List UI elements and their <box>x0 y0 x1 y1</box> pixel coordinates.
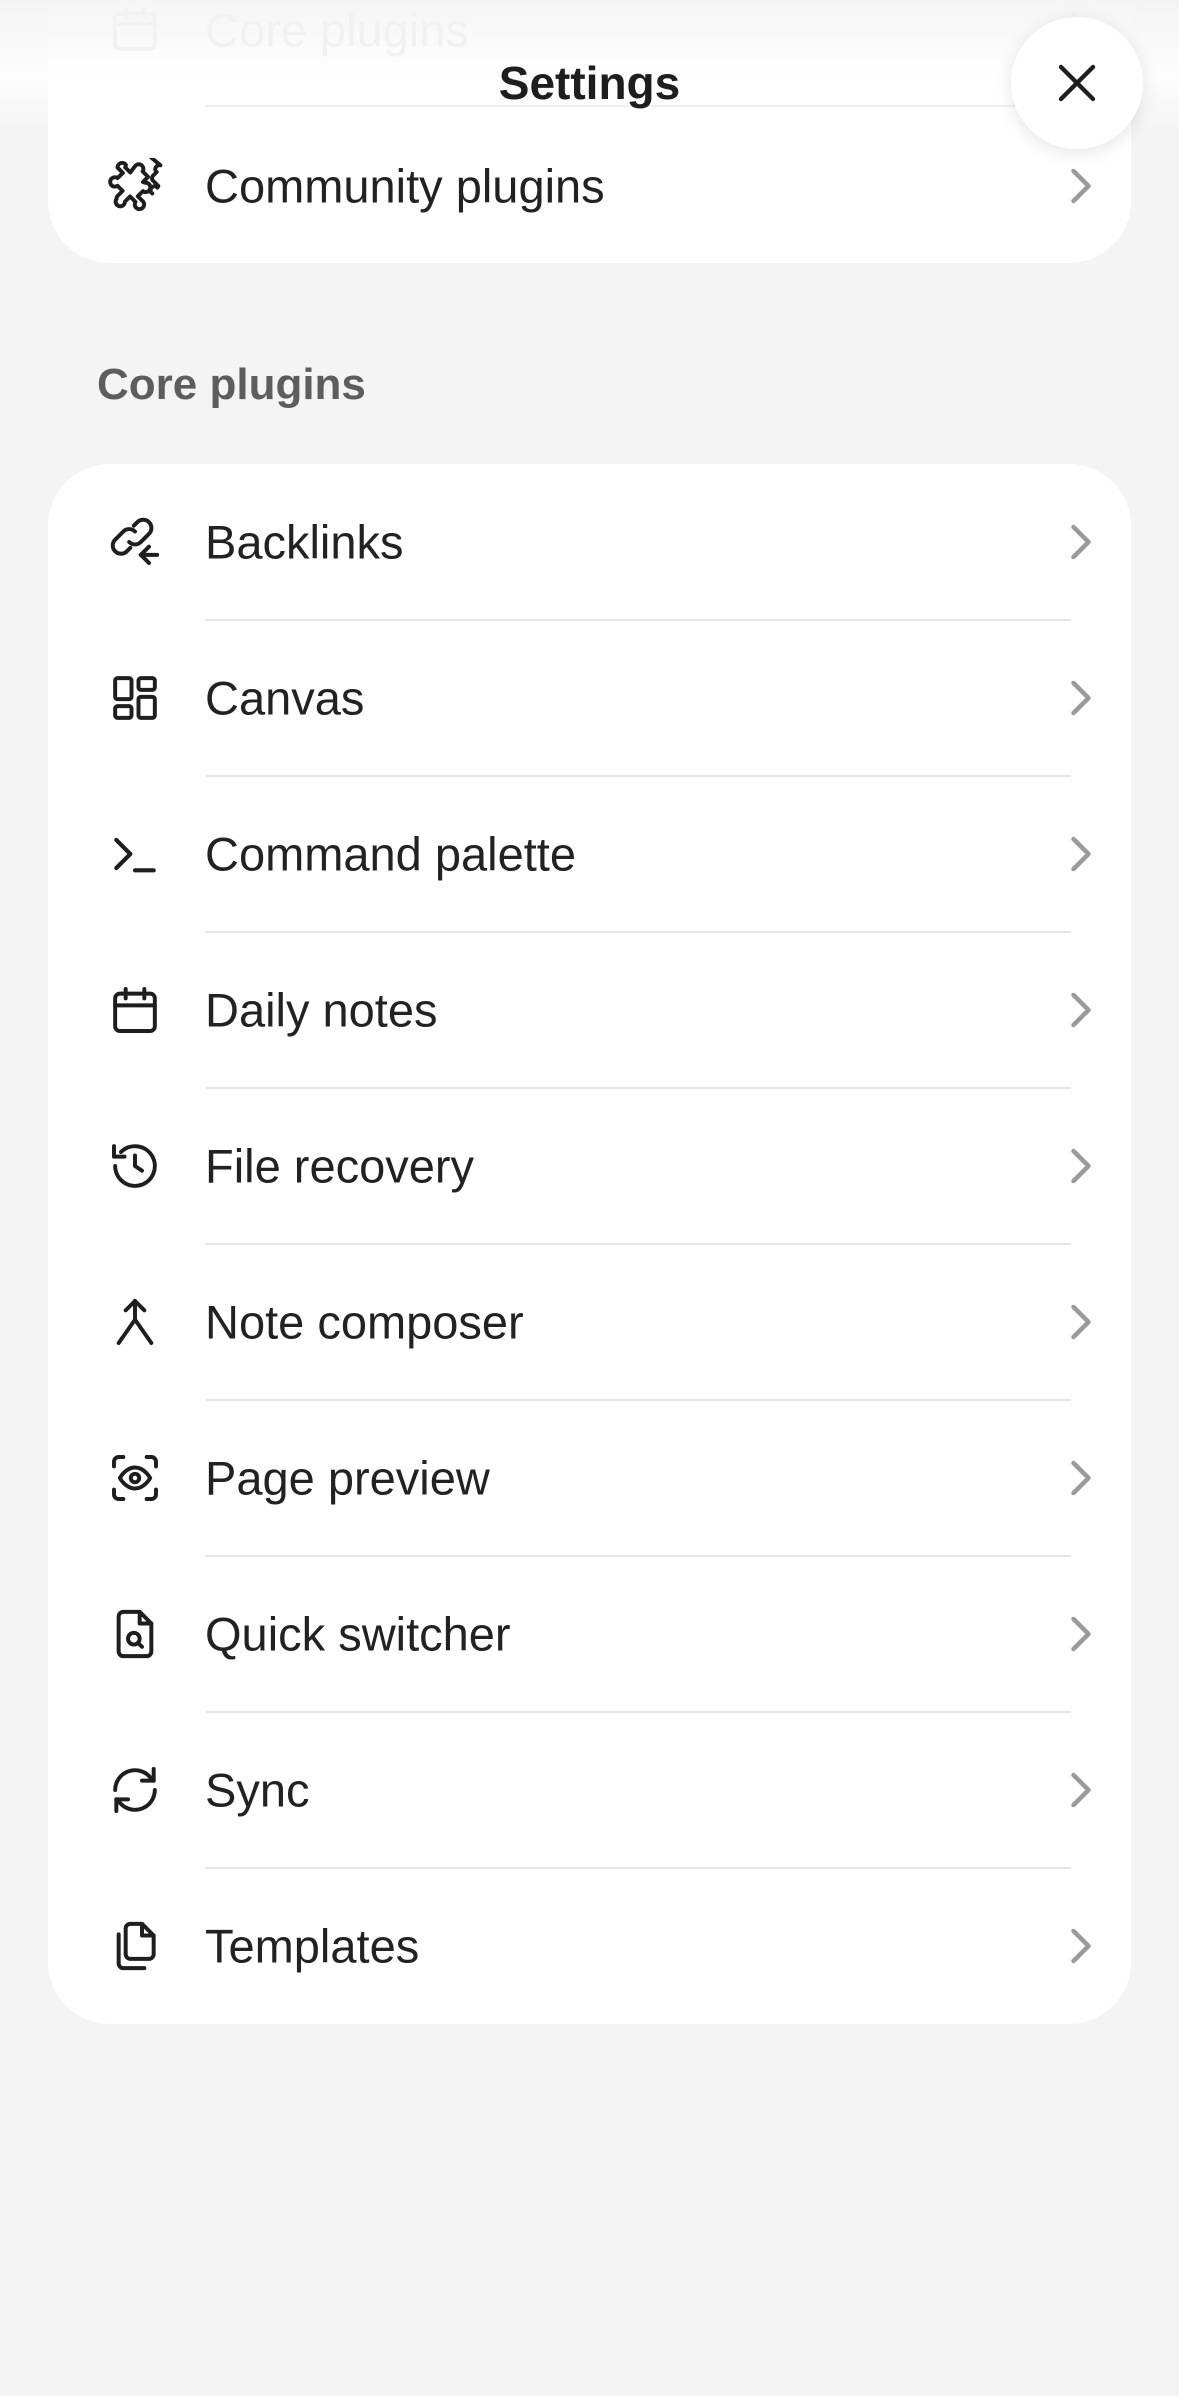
file-search-icon <box>107 1606 163 1662</box>
scan-eye-icon <box>107 1450 163 1506</box>
calendar-box-icon <box>107 2 163 58</box>
list-item-note-composer[interactable]: Note composer <box>48 1244 1131 1400</box>
chevron-right-icon <box>1066 1770 1096 1810</box>
list-item-label: Command palette <box>205 827 576 881</box>
layout-dashboard-icon <box>107 670 163 726</box>
chevron-right-icon <box>1066 522 1096 562</box>
page-title: Settings <box>498 57 681 109</box>
chevron-right-icon <box>1066 990 1096 1030</box>
list-item-label: Quick switcher <box>205 1607 511 1661</box>
list-item-label: Sync <box>205 1763 310 1817</box>
chevron-right-icon <box>1066 834 1096 874</box>
list-item-backlinks[interactable]: Backlinks <box>48 464 1131 620</box>
chevron-right-icon <box>1066 1146 1096 1186</box>
history-icon <box>107 1138 163 1194</box>
list-item-community-plugins[interactable]: Community plugins <box>48 108 1131 263</box>
chevron-right-icon <box>1066 1458 1096 1498</box>
list-item-daily-notes[interactable]: Daily notes <box>48 932 1131 1088</box>
list-item-label: Core plugins <box>205 3 469 57</box>
list-item-sync[interactable]: Sync <box>48 1712 1131 1868</box>
list-item-page-preview[interactable]: Page preview <box>48 1400 1131 1556</box>
list-item-label: Note composer <box>205 1295 524 1349</box>
calendar-icon <box>107 982 163 1038</box>
chevron-right-icon <box>1066 166 1096 206</box>
list-item-templates[interactable]: Templates <box>48 1868 1131 2024</box>
list-item-command-palette[interactable]: Command palette <box>48 776 1131 932</box>
list-item-label: Canvas <box>205 671 365 725</box>
list-item-label: File recovery <box>205 1139 475 1193</box>
chevron-right-icon <box>1066 1302 1096 1342</box>
section-heading: Core plugins <box>97 360 366 409</box>
refresh-icon <box>107 1762 163 1818</box>
list-item-file-recovery[interactable]: File recovery <box>48 1088 1131 1244</box>
list-item-label: Daily notes <box>205 983 438 1037</box>
list-item-label: Page preview <box>205 1451 490 1505</box>
list-item-quick-switcher[interactable]: Quick switcher <box>48 1556 1131 1712</box>
top-settings-card: Core plugins Community plugins <box>48 0 1131 263</box>
list-item-label: Backlinks <box>205 515 404 569</box>
chevron-right-icon <box>1066 1926 1096 1966</box>
puzzle-icon <box>107 158 163 214</box>
chevron-right-icon <box>1066 1614 1096 1654</box>
files-icon <box>107 1918 163 1974</box>
list-item-canvas[interactable]: Canvas <box>48 620 1131 776</box>
core-plugins-list: Backlinks Canvas Command palette Daily n… <box>48 464 1131 2024</box>
chevron-right-icon <box>1066 678 1096 718</box>
merge-icon <box>107 1294 163 1350</box>
list-item-label: Templates <box>205 1919 420 1973</box>
close-icon <box>1053 59 1101 107</box>
list-item-label: Community plugins <box>205 159 605 213</box>
terminal-icon <box>107 826 163 882</box>
backlink-icon <box>107 514 163 570</box>
close-button[interactable] <box>1011 17 1143 149</box>
